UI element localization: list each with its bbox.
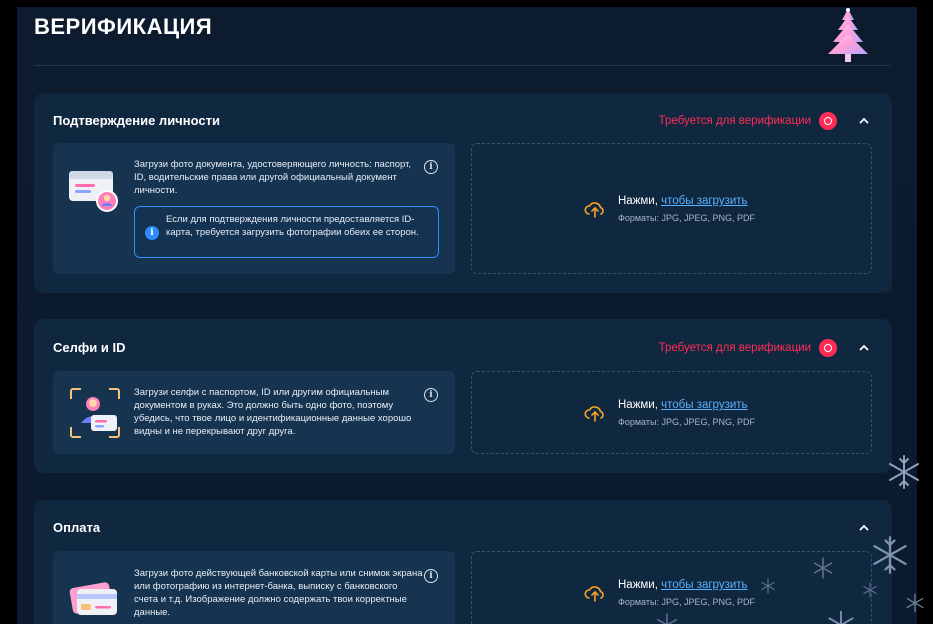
alert-icon (819, 112, 837, 130)
id-card-note: i Если для подтверждения личности предос… (134, 206, 439, 258)
section-title: Селфи и ID (53, 340, 126, 355)
note-text: Если для подтверждения личности предоста… (166, 214, 419, 238)
selfie-info-box: Загрузи селфи с паспортом, ID или другим… (53, 371, 455, 454)
chevron-up-icon[interactable] (858, 341, 870, 353)
snowflake-icon (889, 455, 919, 489)
christmas-tree-icon (828, 8, 868, 62)
upload-link[interactable]: чтобы загрузить (661, 579, 747, 591)
upload-formats: Форматы: JPG, JPEG, PNG, PDF (618, 213, 755, 223)
payment-description: Загрузи фото действующей банковской карт… (134, 568, 423, 618)
required-status: Требуется для верификации (658, 342, 811, 354)
alert-icon (819, 339, 837, 357)
info-icon[interactable]: i (424, 569, 438, 583)
upload-text: Нажми, чтобы загрузить (618, 399, 748, 411)
snowflake-icon (863, 582, 877, 598)
upload-text: Нажми, чтобы загрузить (618, 579, 748, 591)
bank-card-icon (69, 582, 117, 615)
chevron-up-icon[interactable] (858, 114, 870, 126)
section-identity: Подтверждение личности Требуется для вер… (34, 93, 892, 293)
title-divider (34, 65, 891, 66)
upload-cloud-icon (584, 586, 604, 602)
info-icon[interactable]: i (424, 388, 438, 402)
section-title: Подтверждение личности (53, 113, 220, 128)
required-status: Требуется для верификации (658, 115, 811, 127)
identity-upload-area[interactable]: Нажми, чтобы загрузить Форматы: JPG, JPE… (471, 143, 872, 274)
upload-cloud-icon (584, 406, 604, 422)
info-icon: i (145, 226, 159, 240)
selfie-description: Загрузи селфи с паспортом, ID или другим… (134, 387, 412, 437)
upload-cloud-icon (584, 202, 604, 218)
chevron-up-icon[interactable] (858, 521, 870, 533)
upload-prefix: Нажми, (618, 195, 662, 207)
identity-description: Загрузи фото документа, удостоверяющего … (134, 159, 412, 196)
upload-prefix: Нажми, (618, 399, 662, 411)
upload-text: Нажми, чтобы загрузить (618, 195, 748, 207)
section-selfie: Селфи и ID Требуется для верификации Заг… (34, 319, 892, 473)
snowflake-icon (813, 557, 833, 579)
snowflake-icon (906, 593, 924, 613)
snowflake-icon (761, 578, 775, 594)
page-title: ВЕРИФИКАЦИЯ (34, 14, 213, 39)
snowflake-icon (873, 536, 907, 574)
upload-prefix: Нажми, (618, 579, 662, 591)
info-icon[interactable]: i (424, 160, 438, 174)
section-title: Оплата (53, 520, 101, 535)
id-card-icon (69, 171, 118, 212)
selfie-upload-area[interactable]: Нажми, чтобы загрузить Форматы: JPG, JPE… (471, 371, 872, 454)
snowflake-icon (656, 613, 678, 624)
section-payment: Оплата Загрузи фото действующей банковск… (34, 500, 892, 624)
upload-link[interactable]: чтобы загрузить (661, 195, 747, 207)
selfie-id-icon (70, 388, 120, 438)
payment-info-box: Загрузи фото действующей банковской карт… (53, 551, 455, 624)
upload-formats: Форматы: JPG, JPEG, PNG, PDF (618, 417, 755, 427)
upload-link[interactable]: чтобы загрузить (661, 399, 747, 411)
identity-info-box: Загрузи фото документа, удостоверяющего … (53, 143, 455, 274)
upload-formats: Форматы: JPG, JPEG, PNG, PDF (618, 597, 755, 607)
snowflake-icon (828, 610, 854, 624)
